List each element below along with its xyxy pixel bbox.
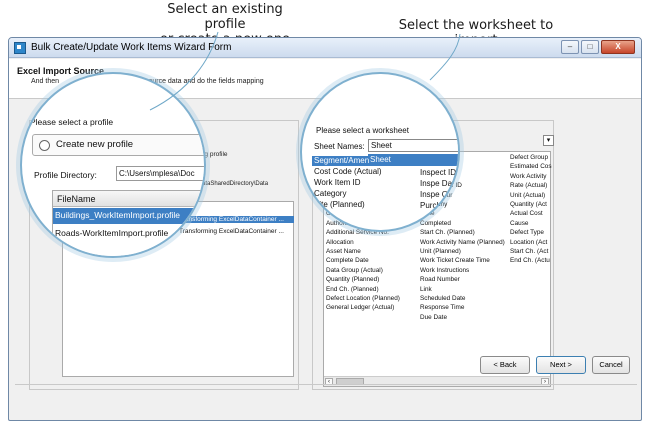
callout-leader-lines [149,31,461,111]
